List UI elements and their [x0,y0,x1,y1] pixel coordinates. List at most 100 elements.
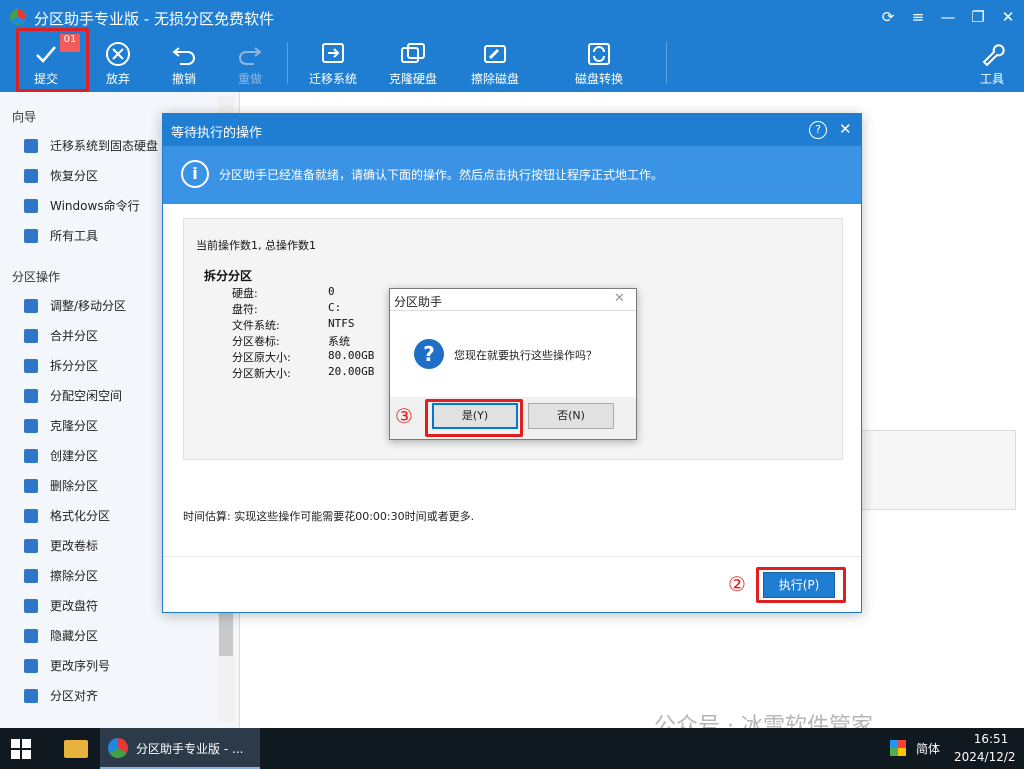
delete-icon [24,479,38,493]
dialog-titlebar: 等待执行的操作 ? ✕ [163,114,861,146]
messagebox-text: 您现在就要执行这些操作吗？ [454,349,597,362]
sidebar-item-label: 分区对齐 [50,689,99,703]
menu-icon[interactable]: ≡ [906,6,930,28]
sidebar-item-label: 所有工具 [50,229,99,243]
windows-icon [24,199,38,213]
tools-button[interactable]: 工具 [966,36,1018,90]
dialog-footer-divider [163,556,861,557]
operation-title: 拆分分区 [204,269,253,283]
row-value: 80.00GB [328,349,375,362]
row-key: 分区原大小: [232,351,291,364]
wipe-disk-icon [484,45,506,63]
align-icon [24,689,38,703]
sidebar-item-label: 隐藏分区 [50,629,99,643]
messagebox-close-icon[interactable]: ✕ [614,291,625,306]
sidebar-item-label: 拆分分区 [50,359,99,373]
undo-button[interactable]: 撤销 [156,36,212,90]
create-icon [24,449,38,463]
sidebar-item-label: 更改卷标 [50,539,99,553]
sidebar-item-label: 分配空闲空间 [50,389,123,403]
refresh-icon[interactable]: ⟳ [876,6,900,28]
sidebar-item-label: Windows命令行 [50,199,140,213]
ime-icon[interactable] [890,740,906,756]
cancel-circle-icon [106,42,130,66]
sidebar-item-label: 更改序列号 [50,659,111,673]
close-window-button[interactable]: ✕ [996,6,1020,28]
row-key: 硬盘: [232,287,258,300]
app-taskbar-icon [108,738,128,758]
grid-icon [24,229,38,243]
sidebar-item-align[interactable]: 分区对齐 [12,682,212,710]
sidebar-item-label: 擦除分区 [50,569,99,583]
restore-button[interactable]: ❐ [966,6,990,28]
clock-date[interactable]: 2024/12/2 [954,750,1016,764]
sidebar-item-label: 克隆分区 [50,419,99,433]
help-icon[interactable]: ? [809,121,827,139]
window-title: 分区助手专业版 - 无损分区免费软件 [34,10,274,28]
taskbar: 分区助手专业版 - ... 简体 16:51 2024/12/2 [0,728,1024,769]
migrate-os-button[interactable]: 迁移系统 [300,36,366,90]
disk-convert-icon [588,43,610,65]
taskbar-app-label: 分区助手专业版 - ... [136,742,244,756]
merge-icon [24,329,38,343]
migrate-icon [24,139,38,153]
file-explorer-icon[interactable] [64,740,88,758]
discard-button[interactable]: 放弃 [90,36,146,90]
annotation-two: ② [728,572,746,596]
wipe-disk-label: 擦除磁盘 [470,72,519,86]
clone-disk-button[interactable]: 克隆硬盘 [380,36,446,90]
toolbar: 提交 放弃 撤销 重做 迁移系统 克隆硬盘 擦除磁盘 磁盘转换 工具 [0,34,1024,92]
operation-count: 当前操作数1, 总操作数1 [196,239,316,252]
taskbar-app-button[interactable]: 分区助手专业版 - ... [100,728,260,769]
row-value: 0 [328,285,335,298]
allocate-icon [24,389,38,403]
clock-time[interactable]: 16:51 [966,732,1016,746]
wrench-icon [982,44,1005,67]
highlight-box-execute [756,567,846,603]
wipe-disk-button[interactable]: 擦除磁盘 [462,36,528,90]
highlight-box-commit [16,28,89,92]
sidebar-item-label: 更改盘符 [50,599,99,613]
clone-disk-label: 克隆硬盘 [388,72,437,86]
discard-label: 放弃 [105,72,130,86]
row-value: NTFS [328,317,355,330]
toolbar-separator [287,42,288,84]
banner-text: 分区助手已经准备就绪，请确认下面的操作。然后点击执行按钮让程序正式地工作。 [219,168,664,182]
sidebar-item-hide[interactable]: 隐藏分区 [12,622,212,650]
sidebar-item-label: 迁移系统到固态硬盘 [50,139,159,153]
disk-convert-button[interactable]: 磁盘转换 [566,36,632,90]
recover-icon [24,169,38,183]
sidebar-item-label: 合并分区 [50,329,99,343]
dialog-title: 等待执行的操作 [171,126,263,141]
undo-label: 撤销 [171,72,196,86]
sidebar-item-label: 创建分区 [50,449,99,463]
sidebar-item-label: 调整/移动分区 [50,299,127,313]
toolbar-separator [666,42,667,84]
ime-indicator[interactable]: 简体 [916,740,940,757]
sidebar-item-label: 格式化分区 [50,509,111,523]
title-bar: 分区助手专业版 - 无损分区免费软件 ⟳ ≡ — ❐ ✕ [0,0,1024,34]
time-estimate: 时间估算: 实现这些操作可能需要花00:00:30时间或者更多. [183,510,475,523]
redo-label: 重做 [237,72,262,86]
minimize-button[interactable]: — [936,6,960,28]
right-detail-pane [860,430,1016,510]
dialog-close-icon[interactable]: ✕ [839,120,852,138]
info-icon: i [181,160,209,188]
resize-icon [24,299,38,313]
row-key: 盘符: [232,303,258,316]
row-key: 分区卷标: [232,335,280,348]
tag-icon [24,539,38,553]
hidden-eye-icon [24,629,38,643]
clone-disk-icon [401,43,425,63]
redo-button[interactable]: 重做 [222,36,278,90]
sidebar-item-label: 恢复分区 [50,169,99,183]
sidebar-item-label: 删除分区 [50,479,99,493]
sidebar-item-serial[interactable]: 更改序列号 [12,652,212,680]
windows-start-icon[interactable] [10,738,32,760]
disk-convert-label: 磁盘转换 [574,72,623,86]
no-button[interactable]: 否(N) [528,403,614,429]
question-icon: ? [414,339,444,369]
app-logo-icon [10,9,26,25]
row-key: 分区新大小: [232,367,291,380]
tools-label: 工具 [979,72,1004,86]
